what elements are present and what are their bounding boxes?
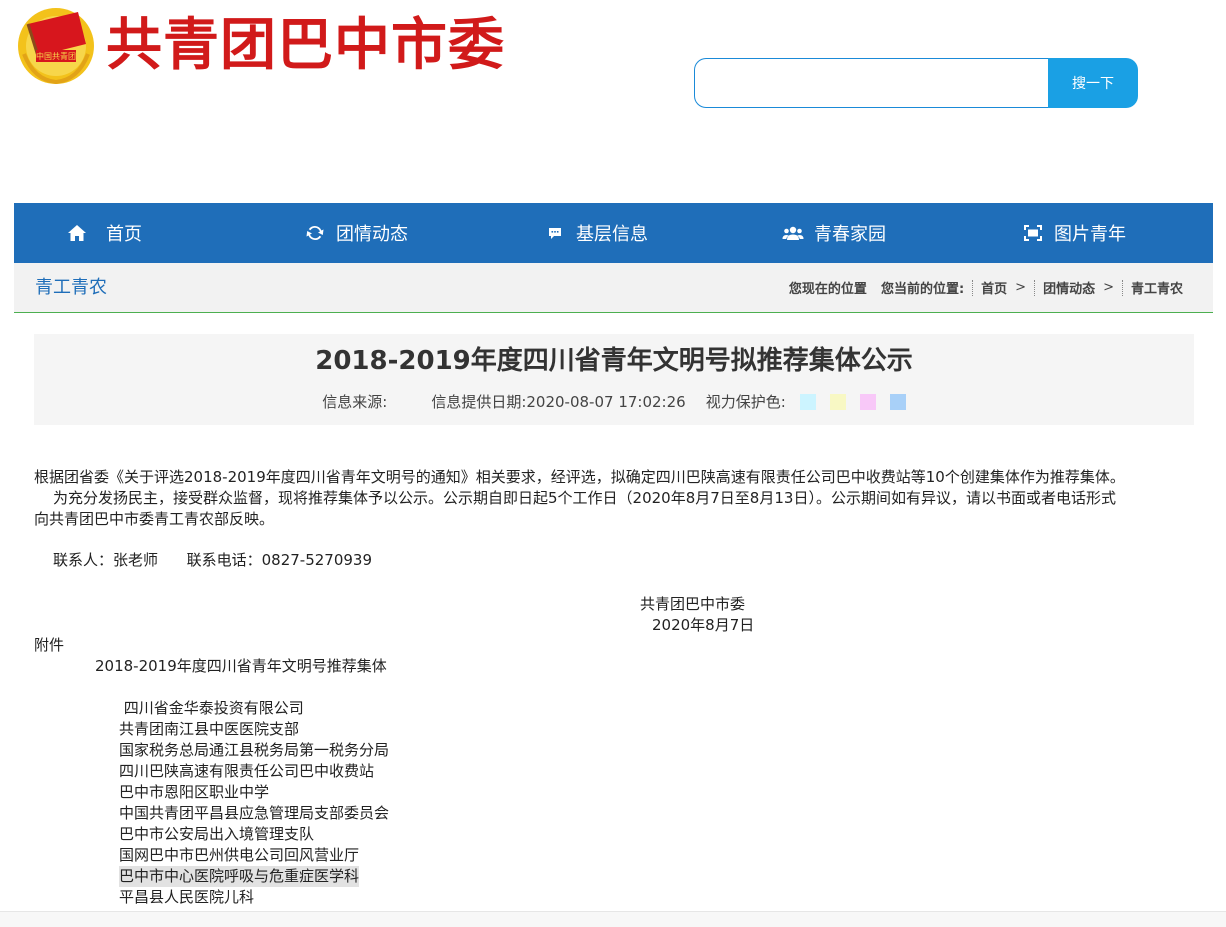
nav-item-news[interactable]: 团情动态 bbox=[304, 203, 408, 263]
list-item: 巴中市恩阳区职业中学 bbox=[119, 783, 270, 801]
source-label: 信息来源: bbox=[322, 393, 388, 411]
users-icon bbox=[782, 222, 804, 244]
breadcrumb-current-link[interactable]: 青工青农 bbox=[1131, 278, 1183, 297]
home-icon bbox=[66, 222, 88, 244]
list-item: 四川省金华泰投资有限公司 bbox=[119, 699, 304, 717]
list-item: 平昌县人民医院儿科 bbox=[119, 888, 255, 906]
list-item: 四川巴陕高速有限责任公司巴中收费站 bbox=[119, 762, 375, 780]
date-label: 信息提供日期: bbox=[431, 393, 527, 411]
chat-icon bbox=[544, 222, 566, 244]
eye-protect-label: 视力保护色: bbox=[705, 393, 786, 411]
signature-date: 2020年8月7日 bbox=[652, 616, 755, 634]
eye-color-swatch-blue[interactable] bbox=[889, 393, 906, 410]
search-input[interactable] bbox=[694, 58, 1048, 108]
attachment-title: 2018-2019年度四川省青年文明号推荐集体 bbox=[95, 657, 387, 675]
breadcrumb-bar: 青工青农 您现在的位置 您当前的位置: 首页 > 团情动态 > 青工青农 bbox=[14, 263, 1213, 313]
breadcrumb-news-link[interactable]: 团情动态 bbox=[1043, 278, 1095, 297]
article-paragraph: 向共青团巴中市委青工青农部反映。 bbox=[34, 510, 275, 528]
eye-color-swatch-yellow[interactable] bbox=[829, 393, 846, 410]
attachment-label: 附件 bbox=[34, 636, 65, 654]
search-bar: 搜一下 bbox=[694, 58, 1138, 108]
nav-item-home[interactable]: 首页 bbox=[66, 203, 142, 263]
divider bbox=[972, 279, 974, 296]
current-location-label: 您当前的位置: bbox=[880, 282, 965, 297]
article-header: 2018-2019年度四川省青年文明号拟推荐集体公示 信息来源: 信息提供日期:… bbox=[34, 334, 1194, 425]
contact-info: 联系人：张老师 联系电话：0827-5270939 bbox=[53, 551, 373, 569]
signature-org: 共青团巴中市委 bbox=[640, 595, 746, 613]
divider bbox=[1121, 279, 1123, 296]
eye-color-swatch-cyan[interactable] bbox=[799, 393, 816, 410]
svg-text:中国共青团: 中国共青团 bbox=[36, 51, 76, 61]
article-title: 2018-2019年度四川省青年文明号拟推荐集体公示 bbox=[315, 346, 913, 376]
list-item: 国家税务总局通江县税务局第一税务分局 bbox=[119, 741, 390, 759]
image-frame-icon bbox=[1022, 222, 1044, 244]
youth-league-emblem-icon: 中国共青团 bbox=[18, 8, 94, 85]
nav-label: 青春家园 bbox=[814, 224, 886, 245]
breadcrumb-separator: > bbox=[1015, 280, 1027, 295]
list-item: 共青团南江县中医医院支部 bbox=[119, 720, 300, 738]
breadcrumb-separator: > bbox=[1103, 280, 1114, 295]
site-logo[interactable]: 中国共青团 共青团巴中市委 bbox=[14, 4, 505, 86]
eye-color-swatch-pink[interactable] bbox=[859, 393, 876, 410]
search-button[interactable]: 搜一下 bbox=[1048, 58, 1138, 108]
nav-label: 团情动态 bbox=[336, 224, 408, 245]
list-item: 中国共青团平昌县应急管理局支部委员会 bbox=[119, 804, 390, 822]
breadcrumb: 您现在的位置 您当前的位置: 首页 > 团情动态 > 青工青农 bbox=[789, 263, 1183, 312]
page-footer-edge bbox=[0, 911, 1226, 927]
location-label: 您现在的位置 bbox=[788, 282, 867, 297]
list-item: 巴中市公安局出入境管理支队 bbox=[119, 825, 315, 843]
nav-item-youth-home[interactable]: 青春家园 bbox=[782, 203, 886, 263]
nav-label: 首页 bbox=[106, 224, 142, 245]
site-title: 共青团巴中市委 bbox=[106, 12, 505, 78]
nav-item-photo-youth[interactable]: 图片青年 bbox=[1022, 203, 1126, 263]
refresh-icon bbox=[304, 222, 326, 244]
nav-label: 基层信息 bbox=[576, 224, 648, 245]
main-nav: 首页 团情动态 基层信息 青春家园 图片青年 bbox=[14, 203, 1213, 263]
divider bbox=[1034, 279, 1036, 296]
section-title: 青工青农 bbox=[35, 277, 107, 298]
date-value: 2020-08-07 17:02:26 bbox=[526, 392, 686, 411]
nav-item-grassroots[interactable]: 基层信息 bbox=[544, 203, 648, 263]
article-meta: 信息来源: 信息提供日期: 2020-08-07 17:02:26 视力保护色: bbox=[34, 391, 1194, 412]
list-item-highlighted: 巴中市中心医院呼吸与危重症医学科 bbox=[119, 866, 360, 887]
list-item: 国网巴中市巴州供电公司回风营业厅 bbox=[119, 846, 360, 864]
nav-label: 图片青年 bbox=[1054, 224, 1126, 245]
article-paragraph: 为充分发扬民主，接受群众监督，现将推荐集体予以公示。公示期自即日起5个工作日（2… bbox=[53, 489, 1116, 507]
article-paragraph: 根据团省委《关于评选2018-2019年度四川省青年文明号的通知》相关要求，经评… bbox=[34, 468, 1125, 486]
breadcrumb-home-link[interactable]: 首页 bbox=[981, 278, 1007, 297]
